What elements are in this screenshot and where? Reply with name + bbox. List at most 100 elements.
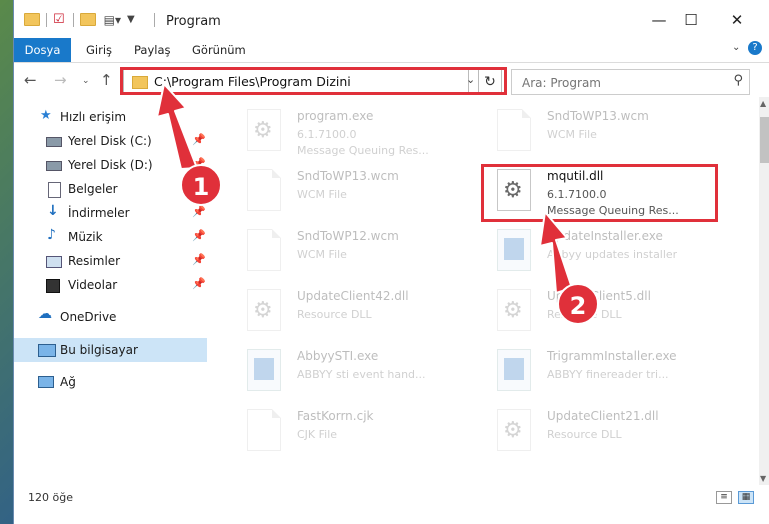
file-description: Abbyy updates installer — [547, 248, 678, 261]
sidebar-item-label: Yerel Disk (D:) — [68, 158, 153, 172]
sidebar-item-local-disk-c[interactable]: Yerel Disk (C:) 📌 — [14, 129, 207, 153]
file-tile[interactable]: UpdateInstaller.exe Abbyy updates instal… — [469, 221, 704, 277]
file-name: SndToWP13.wcm — [547, 109, 649, 123]
file-version: 6.1.7100.0 — [297, 128, 357, 141]
sidebar-item-music[interactable]: ♪ Müzik 📌 — [14, 225, 207, 249]
close-button[interactable]: ✕ — [722, 8, 752, 32]
pin-icon: 📌 — [192, 205, 206, 218]
file-name: SndToWP12.wcm — [297, 229, 399, 243]
sidebar-item-label: Resimler — [68, 254, 121, 268]
tiles-view-icon[interactable]: ▦ — [738, 491, 754, 504]
back-arrow-icon[interactable]: ← — [24, 71, 37, 89]
application-icon — [247, 349, 281, 391]
tab-share[interactable]: Paylaş — [134, 38, 171, 62]
drive-icon — [46, 137, 62, 147]
file-description: Message Queuing Res... — [297, 144, 429, 157]
file-tile[interactable]: SndToWP13.wcm WCM File — [469, 101, 704, 157]
file-name: AbbyySTI.exe — [297, 349, 379, 363]
status-bar: 120 öğe ≡ ▦ — [14, 485, 769, 511]
sidebar-item-documents[interactable]: Belgeler 📌 — [14, 177, 207, 201]
expand-ribbon-icon[interactable]: ⌄ — [732, 42, 740, 53]
pin-icon: 📌 — [192, 253, 206, 266]
divider — [46, 12, 47, 27]
tab-home[interactable]: Giriş — [86, 38, 112, 62]
file-name: UpdateClient21.dll — [547, 409, 659, 423]
sidebar-item-this-pc[interactable]: Bu bilgisayar — [14, 338, 207, 362]
file-description: ABBYY finereader tri... — [547, 368, 669, 381]
forward-arrow-icon[interactable]: → — [54, 71, 67, 89]
help-icon[interactable]: ? — [748, 41, 762, 55]
sidebar-item-onedrive[interactable]: ☁ OneDrive — [14, 305, 207, 329]
pin-icon: 📌 — [192, 229, 206, 242]
sidebar-item-label: Yerel Disk (C:) — [68, 134, 152, 148]
window-title: Program — [166, 14, 221, 29]
file-name: SndToWP13.wcm — [297, 169, 399, 183]
file-icon — [247, 229, 281, 271]
application-icon — [497, 349, 531, 391]
music-icon: ♪ — [47, 227, 56, 243]
computer-icon — [38, 344, 56, 357]
sidebar-item-label: OneDrive — [60, 310, 117, 324]
file-icon — [247, 169, 281, 211]
application-icon — [497, 229, 531, 271]
step-badge-2: 2 — [557, 283, 599, 325]
scrollbar-thumb[interactable] — [760, 117, 769, 163]
file-tile[interactable]: SndToWP12.wcm WCM File — [219, 221, 454, 277]
file-tile[interactable]: ⚙ program.exe 6.1.7100.0 Message Queuing… — [219, 101, 454, 157]
file-type: WCM File — [297, 188, 347, 201]
navigation-bar: ← → ⌄ ↑ C:\Program Files\Program Dizini … — [14, 63, 769, 97]
star-icon: ★ — [40, 108, 52, 123]
executable-icon: ⚙ — [247, 109, 281, 151]
sidebar-item-local-disk-d[interactable]: Yerel Disk (D:) 📌 — [14, 153, 207, 177]
properties-icon[interactable]: ☑ — [53, 12, 65, 27]
file-tile[interactable]: ⚙ UpdateClient21.dll Resource DLL — [469, 401, 704, 457]
file-name: TrigrammInstaller.exe — [547, 349, 677, 363]
network-icon — [38, 376, 54, 388]
tab-file[interactable]: Dosya — [14, 38, 71, 62]
new-folder-icon[interactable] — [79, 13, 96, 26]
sidebar-item-quick-access[interactable]: ★ Hızlı erişim — [14, 105, 207, 129]
documents-icon — [48, 182, 61, 198]
details-view-icon[interactable]: ≡ — [716, 491, 732, 504]
sidebar-item-downloads[interactable]: ↓ İndirmeler 📌 — [14, 201, 207, 225]
dll-gear-icon: ⚙ — [497, 289, 531, 331]
sidebar-item-label: Belgeler — [68, 182, 118, 196]
sidebar-item-label: İndirmeler — [68, 206, 130, 220]
file-tile[interactable]: FastKorrn.cjk CJK File — [219, 401, 454, 457]
address-highlight-box — [120, 67, 507, 95]
file-tile[interactable]: AbbyySTI.exe ABBYY sti event hand... — [219, 341, 454, 397]
file-description: ABBYY sti event hand... — [297, 368, 426, 381]
sidebar-item-label: Ağ — [60, 375, 76, 389]
step-badge-1: 1 — [180, 164, 222, 206]
file-name: program.exe — [297, 109, 374, 123]
file-type: WCM File — [297, 248, 347, 261]
file-name: FastKorrn.cjk — [297, 409, 374, 423]
download-icon: ↓ — [47, 203, 59, 219]
search-icon: ⚲ — [733, 73, 743, 88]
file-tile[interactable]: TrigrammInstaller.exe ABBYY finereader t… — [469, 341, 704, 397]
sidebar-item-label: Müzik — [68, 230, 103, 244]
file-tile[interactable]: SndToWP13.wcm WCM File — [219, 161, 454, 217]
maximize-button[interactable]: ☐ — [676, 8, 706, 32]
tab-view[interactable]: Görünüm — [192, 38, 246, 62]
recent-locations-chevron-icon[interactable]: ⌄ — [82, 76, 90, 86]
sidebar-item-label: Bu bilgisayar — [60, 343, 138, 357]
sidebar-item-pictures[interactable]: Resimler 📌 — [14, 249, 207, 273]
folder-icon — [24, 13, 40, 26]
dll-gear-icon: ⚙ — [497, 409, 531, 451]
search-box[interactable]: ⚲ — [511, 69, 750, 95]
divider — [154, 13, 155, 27]
sidebar-item-label: Videolar — [68, 278, 118, 292]
sidebar-item-network[interactable]: Ağ — [14, 370, 207, 394]
up-arrow-icon[interactable]: ↑ — [100, 71, 113, 89]
customize-toolbar-chevron-icon[interactable]: ▼ — [127, 14, 135, 25]
sidebar-item-videos[interactable]: Videolar 📌 — [14, 273, 207, 297]
view-options-icon[interactable]: ▤▾ — [104, 13, 121, 27]
vertical-scrollbar[interactable]: ▲ ▼ — [759, 97, 769, 485]
file-tile[interactable]: ⚙ UpdateClient42.dll Resource DLL — [219, 281, 454, 337]
file-name: UpdateClient42.dll — [297, 289, 409, 303]
search-input[interactable] — [520, 72, 724, 94]
scroll-up-icon[interactable]: ▲ — [760, 99, 766, 108]
minimize-button[interactable]: — — [644, 8, 674, 32]
scroll-down-icon[interactable]: ▼ — [760, 474, 766, 483]
